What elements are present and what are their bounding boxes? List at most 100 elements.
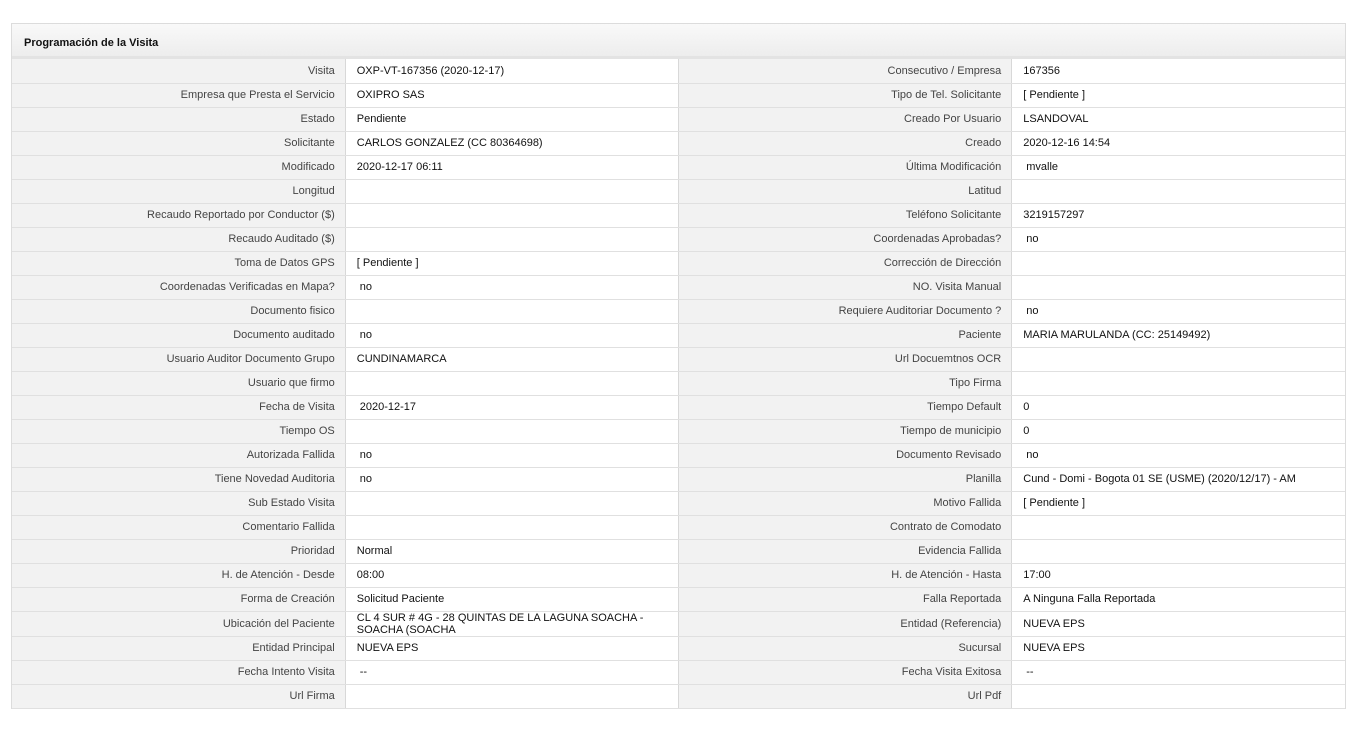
field-label: Tipo Firma	[678, 371, 1013, 396]
field-value: 2020-12-17 06:11	[345, 155, 680, 180]
field-value: NUEVA EPS	[345, 636, 680, 661]
field-label: Paciente	[678, 323, 1013, 348]
field-label: Consecutivo / Empresa	[678, 59, 1013, 84]
field-value: Pendiente	[345, 107, 680, 132]
detail-row: Solicitante CARLOS GONZALEZ (CC 80364698)…	[12, 131, 1345, 156]
field-value: no	[1011, 443, 1345, 468]
field-value: 3219157297	[1011, 203, 1345, 228]
field-label: Url Pdf	[678, 684, 1013, 709]
field-value: A Ninguna Falla Reportada	[1011, 587, 1345, 612]
detail-row: Documento fisico Requiere Auditoriar Docu…	[12, 299, 1345, 324]
field-value: no	[1011, 299, 1345, 324]
field-label: Tiene Novedad Auditoria	[12, 467, 346, 492]
field-value	[1011, 275, 1345, 300]
field-label: Corrección de Dirección	[678, 251, 1013, 276]
field-label: Longitud	[12, 179, 346, 204]
field-label: Estado	[12, 107, 346, 132]
field-value: CL 4 SUR # 4G - 28 QUINTAS DE LA LAGUNA …	[345, 611, 680, 637]
field-value: no	[1011, 227, 1345, 252]
field-label: Coordenadas Verificadas en Mapa?	[12, 275, 346, 300]
field-value	[1011, 539, 1345, 564]
detail-row: Toma de Datos GPS[ Pendiente ] Corrección…	[12, 251, 1345, 276]
detail-row: Coordenadas Verificadas en Mapa? no NO. Vi…	[12, 275, 1345, 300]
detail-row: Url Firma Url Pdf	[12, 684, 1345, 709]
field-value: 2020-12-17	[345, 395, 680, 420]
field-value	[345, 299, 680, 324]
field-label: Planilla	[678, 467, 1013, 492]
field-value: 0	[1011, 395, 1345, 420]
field-value: [ Pendiente ]	[1011, 83, 1345, 108]
field-value: OXIPRO SAS	[345, 83, 680, 108]
field-label: Modificado	[12, 155, 346, 180]
detail-row: Ubicación del Paciente CL 4 SUR # 4G - 28…	[12, 611, 1345, 637]
field-label: Última Modificación	[678, 155, 1013, 180]
field-label: Teléfono Solicitante	[678, 203, 1013, 228]
detail-row: Fecha de Visita 2020-12-17 Tiempo Default 0	[12, 395, 1345, 420]
field-value	[1011, 684, 1345, 709]
field-value: MARIA MARULANDA (CC: 25149492)	[1011, 323, 1345, 348]
field-value: OXP-VT-167356 (2020-12-17)	[345, 59, 680, 84]
field-value: 167356	[1011, 59, 1345, 84]
field-value	[345, 491, 680, 516]
field-label: Prioridad	[12, 539, 346, 564]
detail-row: Forma de Creación Solicitud Paciente Falla…	[12, 587, 1345, 612]
field-value: 17:00	[1011, 563, 1345, 588]
field-label: Sucursal	[678, 636, 1013, 661]
detail-row: Documento auditado no Paciente MARIA MARULA…	[12, 323, 1345, 348]
field-value	[1011, 251, 1345, 276]
field-value: no	[345, 323, 680, 348]
field-label: Creado	[678, 131, 1013, 156]
field-label: Sub Estado Visita	[12, 491, 346, 516]
field-value	[1011, 515, 1345, 540]
detail-row: Autorizada Fallida no Documento Revisado no	[12, 443, 1345, 468]
field-label: H. de Atención - Desde	[12, 563, 346, 588]
field-value: no	[345, 275, 680, 300]
field-value	[345, 684, 680, 709]
detail-row: Recaudo Reportado por Conductor ($) Teléf…	[12, 203, 1345, 228]
detail-row: Prioridad Normal Evidencia Fallida	[12, 539, 1345, 564]
field-value: CUNDINAMARCA	[345, 347, 680, 372]
field-label: Tipo de Tel. Solicitante	[678, 83, 1013, 108]
field-label: Tiempo de municipio	[678, 419, 1013, 444]
field-label: Recaudo Reportado por Conductor ($)	[12, 203, 346, 228]
field-value	[1011, 371, 1345, 396]
field-label: Url Firma	[12, 684, 346, 709]
field-value: NUEVA EPS	[1011, 611, 1345, 637]
detail-row: Visita OXP-VT-167356 (2020-12-17) Consecut…	[12, 59, 1345, 84]
detail-row: Longitud Latitud	[12, 179, 1345, 204]
detail-row: Fecha Intento Visita -- Fecha Visita Exito…	[12, 660, 1345, 685]
field-value: no	[345, 443, 680, 468]
field-label: Tiempo Default	[678, 395, 1013, 420]
detail-row: H. de Atención - Desde 08:00 H. de Atenció…	[12, 563, 1345, 588]
field-label: Entidad Principal	[12, 636, 346, 661]
field-label: Forma de Creación	[12, 587, 346, 612]
field-label: Visita	[12, 59, 346, 84]
field-label: Ubicación del Paciente	[12, 611, 346, 637]
field-value: [ Pendiente ]	[1011, 491, 1345, 516]
detail-row: Recaudo Auditado ($) Coordenadas Aprobada…	[12, 227, 1345, 252]
field-value: Solicitud Paciente	[345, 587, 680, 612]
field-label: Url Docuemtnos OCR	[678, 347, 1013, 372]
detail-row: Comentario Fallida Contrato de Comodato	[12, 515, 1345, 540]
field-label: Fecha Visita Exitosa	[678, 660, 1013, 685]
field-value: 2020-12-16 14:54	[1011, 131, 1345, 156]
detail-row: Sub Estado Visita Motivo Fallida[ Pendien…	[12, 491, 1345, 516]
field-label: Documento fisico	[12, 299, 346, 324]
field-value	[1011, 179, 1345, 204]
field-label: Creado Por Usuario	[678, 107, 1013, 132]
detail-row: Empresa que Presta el Servicio OXIPRO SAS…	[12, 83, 1345, 108]
detail-row: Estado Pendiente Creado Por Usuario LSANDOV…	[12, 107, 1345, 132]
field-value	[345, 179, 680, 204]
detail-row: Usuario Auditor Documento Grupo CUNDINAMA…	[12, 347, 1345, 372]
field-value	[345, 227, 680, 252]
field-value: no	[345, 467, 680, 492]
field-value: NUEVA EPS	[1011, 636, 1345, 661]
field-value: mvalle	[1011, 155, 1345, 180]
field-value: Normal	[345, 539, 680, 564]
field-label: Usuario Auditor Documento Grupo	[12, 347, 346, 372]
field-value: Cund - Domi - Bogota 01 SE (USME) (2020/…	[1011, 467, 1345, 492]
field-label: Entidad (Referencia)	[678, 611, 1013, 637]
detail-row: Modificado 2020-12-17 06:11 Última Modific…	[12, 155, 1345, 180]
field-label: Recaudo Auditado ($)	[12, 227, 346, 252]
field-label: Usuario que firmo	[12, 371, 346, 396]
